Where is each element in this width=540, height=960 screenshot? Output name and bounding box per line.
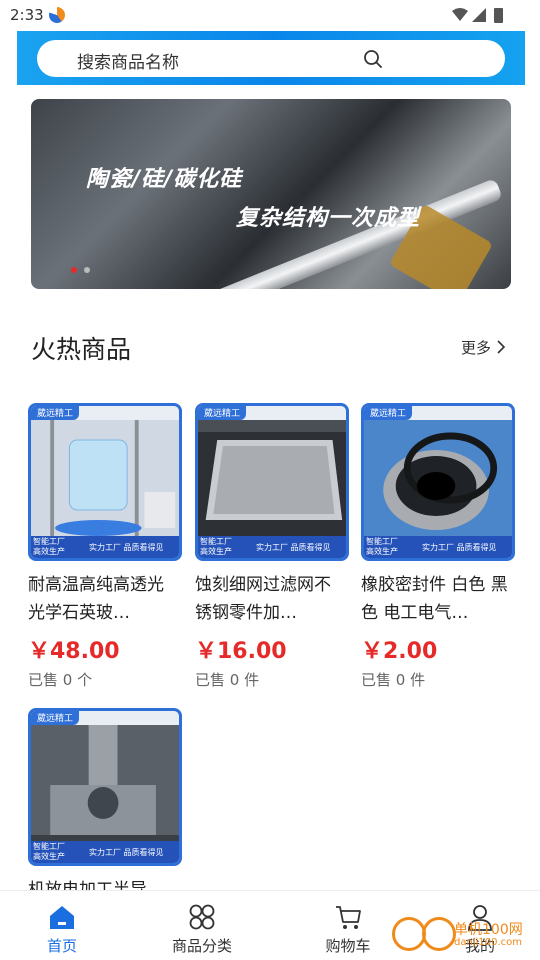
promo-strip-left: 智能工厂 高效生产: [366, 537, 398, 556]
nav-category[interactable]: 商品分类: [152, 891, 252, 960]
cart-icon: [336, 906, 361, 929]
nav-home-label: 首页: [46, 937, 77, 955]
promo-strip: 智能工厂 高效生产 实力工厂 品质看得见: [31, 536, 179, 558]
promo-banner[interactable]: 陶瓷/硅/碳化硅 复杂结构一次成型: [31, 99, 511, 289]
watermark-url: danji100.com: [454, 937, 522, 948]
promo-strip-left: 智能工厂 高效生产: [33, 537, 65, 556]
search-header: 搜索商品名称: [17, 31, 525, 85]
section-title: 火热商品: [31, 335, 132, 364]
nav-category-label: 商品分类: [171, 937, 232, 955]
product-name[interactable]: 蚀刻细网过滤网不锈钢零件加…: [195, 571, 345, 627]
status-bar: 2:33: [0, 0, 540, 31]
grid-icon: [189, 904, 215, 930]
nav-cart[interactable]: 购物车: [298, 891, 398, 960]
promo-strip-left: 智能工厂 高效生产: [33, 842, 65, 861]
product-image[interactable]: 葳远精工 智能工厂 高效生产 实力工厂 品质看得见: [28, 403, 182, 561]
product-name[interactable]: 橡胶密封件 白色 黑色 电工电气…: [361, 571, 511, 627]
product-sold-count: 已售 0 个: [28, 671, 93, 689]
brand-badge: 葳远精工: [31, 711, 80, 725]
promo-strip-left: 智能工厂 高效生产: [200, 537, 232, 556]
product-name[interactable]: 耐高温高纯高透光光学石英玻…: [28, 571, 178, 627]
edm-machining-photo: [31, 725, 179, 847]
promo-strip-right: 实力工厂 品质看得见: [89, 848, 164, 857]
brand-badge: 葳远精工: [364, 406, 413, 420]
promo-strip: 智能工厂 高效生产 实力工厂 品质看得见: [198, 536, 346, 558]
product-price: ￥2.00: [361, 639, 438, 664]
promo-strip: 智能工厂 高效生产 实力工厂 品质看得见: [364, 536, 512, 558]
brand-badge: 葳远精工: [31, 406, 80, 420]
promo-strip: 智能工厂 高效生产 实力工厂 品质看得见: [31, 841, 179, 863]
chevron-right-icon: [497, 340, 505, 354]
banner-dot-active[interactable]: [71, 267, 77, 273]
banner-subheadline: 复杂结构一次成型: [236, 206, 421, 231]
brand-badge: 葳远精工: [198, 406, 247, 420]
promo-strip-right: 实力工厂 品质看得见: [89, 543, 164, 552]
app-notification-icon: [49, 7, 65, 23]
search-input[interactable]: 搜索商品名称: [37, 40, 505, 77]
nav-home[interactable]: 首页: [12, 891, 112, 960]
banner-headline: 陶瓷/硅/碳化硅: [86, 167, 243, 192]
quartz-glass-photo: [31, 420, 179, 542]
battery-icon: [494, 8, 503, 23]
home-icon: [50, 906, 74, 929]
more-link[interactable]: 更多: [461, 337, 506, 358]
product-sold-count: 已售 0 件: [195, 671, 260, 689]
watermark-text: 单机100网: [454, 922, 523, 938]
watermark-logo: 单机100网 danji100.com: [392, 915, 540, 960]
product-image[interactable]: 葳远精工 智能工厂 高效生产 实力工厂 品质看得见: [195, 403, 349, 561]
rubber-seal-photo: [364, 420, 512, 542]
banner-dot[interactable]: [84, 267, 90, 273]
promo-strip-right: 实力工厂 品质看得见: [256, 543, 331, 552]
product-price: ￥48.00: [28, 639, 120, 664]
wifi-icon: [452, 8, 468, 21]
product-image[interactable]: 葳远精工 智能工厂 高效生产 实力工厂 品质看得见: [28, 708, 182, 866]
search-placeholder: 搜索商品名称: [77, 53, 179, 73]
more-label: 更多: [461, 339, 492, 357]
watermark-plus-icon: [392, 917, 426, 951]
system-status-icons: [452, 8, 503, 23]
search-icon[interactable]: [363, 49, 383, 69]
product-image[interactable]: 葳远精工 智能工厂 高效生产 实力工厂 品质看得见: [361, 403, 515, 561]
signal-icon: [472, 8, 486, 22]
etched-mesh-photo: [198, 420, 346, 542]
nav-cart-label: 购物车: [325, 937, 371, 955]
status-time: 2:33: [10, 6, 44, 24]
promo-strip-right: 实力工厂 品质看得见: [422, 543, 497, 552]
product-price: ￥16.00: [195, 639, 287, 664]
watermark-circle-icon: [422, 917, 456, 951]
product-sold-count: 已售 0 件: [361, 671, 426, 689]
